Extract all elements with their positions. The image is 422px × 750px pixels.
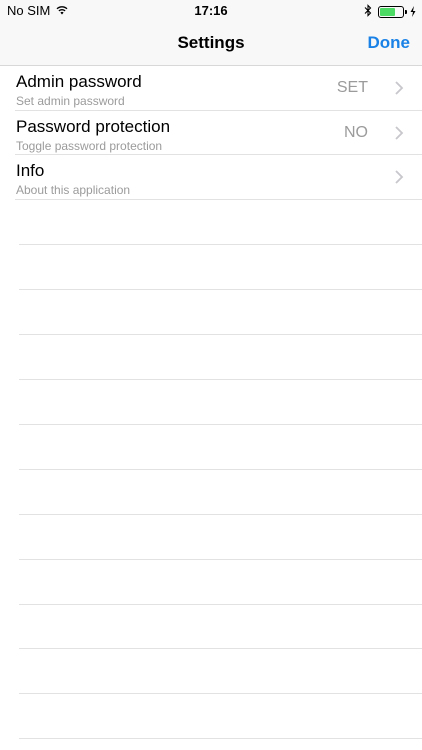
chevron-right-icon [395, 81, 404, 95]
status-right [364, 4, 416, 20]
empty-row [0, 649, 422, 695]
empty-row [0, 335, 422, 380]
page-title: Settings [177, 33, 245, 52]
battery-tip [405, 10, 407, 14]
battery-icon [378, 6, 407, 18]
empty-row [0, 470, 422, 515]
navigation-bar: Settings Done [0, 22, 422, 66]
row-value: SET [336, 79, 368, 96]
chevron-right-icon [395, 170, 404, 185]
row-subtitle: About this application [16, 183, 131, 198]
empty-row [0, 605, 422, 650]
done-button[interactable]: Done [368, 33, 411, 53]
empty-row [0, 739, 422, 750]
status-time: 17:16 [194, 3, 228, 18]
row-subtitle: Set admin password [16, 94, 125, 108]
row-value: NO [344, 123, 368, 141]
chevron-right-icon [395, 126, 404, 140]
empty-row [0, 380, 422, 425]
row-title: Admin password [16, 72, 142, 91]
row-title: Password protection [16, 116, 171, 136]
battery-fill [380, 8, 396, 16]
charging-bolt-icon [410, 5, 416, 20]
empty-row [0, 290, 422, 335]
empty-table-rows [0, 200, 422, 750]
empty-row [0, 425, 422, 470]
empty-row [0, 200, 422, 245]
bluetooth-icon [364, 4, 372, 20]
settings-row-info[interactable]: Info About this application [0, 155, 422, 200]
empty-row [0, 515, 422, 560]
settings-row-password-protection[interactable]: Password protection Toggle password prot… [0, 111, 422, 156]
empty-row [0, 560, 422, 605]
settings-row-admin-password[interactable]: Admin password Set admin password SET [0, 66, 422, 111]
settings-list: Admin password Set admin password SET Pa… [0, 66, 422, 200]
row-title: Info [16, 161, 45, 181]
row-subtitle: Toggle password protection [16, 138, 163, 153]
empty-row [0, 694, 422, 740]
status-bar: No SIM 17:16 [0, 0, 422, 22]
empty-row [0, 245, 422, 290]
